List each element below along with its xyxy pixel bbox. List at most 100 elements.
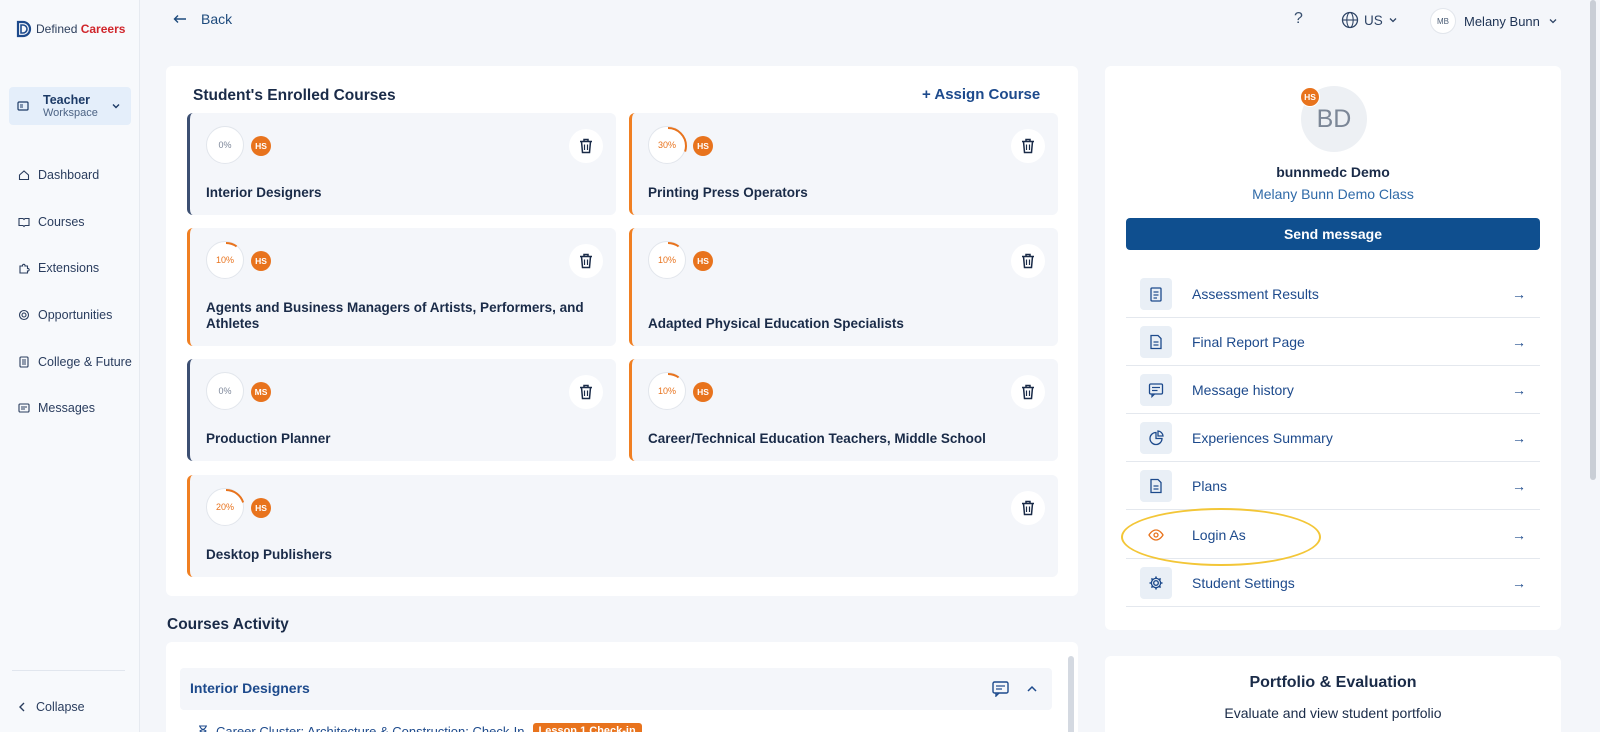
- courses-activity-title: Courses Activity: [167, 616, 289, 633]
- delete-course-button[interactable]: [569, 244, 603, 278]
- sidebar-item-college-future[interactable]: College & Future: [18, 338, 132, 385]
- arrow-left-icon: [173, 15, 186, 23]
- chevron-down-icon: [112, 104, 120, 109]
- trash-icon: [580, 138, 592, 154]
- menu-item-plans[interactable]: Plans →: [1126, 462, 1540, 510]
- course-card[interactable]: 10% HS Agents and Business Managers of A…: [187, 228, 616, 346]
- file-icon: [1150, 334, 1162, 349]
- activity-sub-item-label: Career Cluster: Architecture & Construct…: [216, 723, 525, 732]
- highlight-annotation: [1121, 508, 1321, 566]
- user-menu[interactable]: MB Melany Bunn: [1430, 8, 1558, 34]
- clipboard-icon: [1150, 286, 1162, 302]
- student-name: bunnmedc Demo: [1276, 164, 1390, 180]
- menu-icon-wrap: [1140, 373, 1172, 406]
- message-icon: [18, 403, 30, 413]
- back-button[interactable]: Back: [173, 11, 232, 27]
- sidebar-nav: Dashboard Courses Extensions Opportuniti…: [18, 152, 132, 432]
- chat-icon[interactable]: [992, 681, 1009, 697]
- arrow-right-icon: →: [1512, 477, 1526, 494]
- status-badge: Lesson 1 Check-in: [532, 723, 642, 732]
- menu-item-label: Assessment Results: [1192, 285, 1319, 302]
- progress-label: 0%: [218, 386, 232, 396]
- course-title: Printing Press Operators: [648, 185, 808, 200]
- help-button[interactable]: ?: [1294, 10, 1303, 28]
- level-badge: HS: [693, 136, 713, 156]
- chevron-up-icon[interactable]: [1026, 684, 1038, 694]
- sidebar-item-label: College & Future: [38, 354, 132, 369]
- delete-course-button[interactable]: [1011, 129, 1045, 163]
- level-badge: HS: [251, 136, 271, 156]
- menu-item-label: Final Report Page: [1192, 333, 1305, 350]
- sidebar-item-opportunities[interactable]: Opportunities: [18, 292, 132, 339]
- course-card[interactable]: 30% HS Printing Press Operators: [629, 113, 1058, 215]
- sidebar-item-dashboard[interactable]: Dashboard: [18, 152, 132, 199]
- sidebar-item-extensions[interactable]: Extensions: [18, 245, 132, 292]
- progress-arc: [649, 242, 687, 280]
- delete-course-button[interactable]: [569, 129, 603, 163]
- level-badge: HS: [251, 251, 271, 271]
- target-icon: [18, 310, 30, 321]
- arrow-right-icon: →: [1512, 285, 1526, 302]
- progress-ring: 10%: [206, 241, 245, 280]
- enrolled-courses-title: Student's Enrolled Courses: [193, 87, 396, 104]
- sidebar-item-label: Courses: [38, 214, 85, 229]
- menu-icon-wrap: [1140, 566, 1172, 599]
- course-card[interactable]: 10% HS Adapted Physical Education Specia…: [629, 228, 1058, 346]
- menu-icon-wrap: [1140, 421, 1172, 454]
- collapse-label: Collapse: [36, 700, 85, 714]
- language-label: US: [1364, 12, 1383, 28]
- arrow-right-icon: →: [1512, 526, 1526, 543]
- activity-sub-item[interactable]: Career Cluster: Architecture & Construct…: [198, 723, 642, 732]
- arrow-right-icon: →: [1512, 381, 1526, 398]
- level-badge: HS: [251, 498, 271, 518]
- level-badge: HS: [693, 382, 713, 402]
- menu-item-experiences-summary[interactable]: Experiences Summary →: [1126, 414, 1540, 462]
- course-card[interactable]: 10% HS Career/Technical Education Teache…: [629, 359, 1058, 461]
- trash-icon: [1022, 500, 1034, 516]
- workspace-icon: [17, 101, 29, 111]
- menu-item-message-history[interactable]: Message history →: [1126, 366, 1540, 414]
- course-title: Interior Designers: [206, 185, 322, 200]
- divider: [12, 670, 125, 671]
- menu-item-assessment-results[interactable]: Assessment Results →: [1126, 270, 1540, 318]
- brand-logo[interactable]: Defined Careers: [16, 20, 125, 38]
- course-title: Desktop Publishers: [206, 547, 333, 562]
- sidebar-item-label: Messages: [38, 401, 95, 416]
- delete-course-button[interactable]: [569, 375, 603, 409]
- student-class: Melany Bunn Demo Class: [1252, 186, 1414, 202]
- delete-course-button[interactable]: [1011, 244, 1045, 278]
- course-card[interactable]: 0% MS Production Planner: [187, 359, 616, 461]
- chevron-down-icon: [1389, 18, 1397, 23]
- sidebar: Defined Careers Teacher Workspace Dashbo…: [0, 0, 140, 732]
- activity-scrollbar[interactable]: [1068, 656, 1074, 732]
- menu-item-student-settings[interactable]: Student Settings →: [1126, 559, 1540, 607]
- page-scrollbar[interactable]: [1590, 0, 1596, 480]
- menu-icon-wrap: [1140, 277, 1172, 310]
- course-card[interactable]: 20% HS Desktop Publishers: [187, 475, 1058, 577]
- course-title: Adapted Physical Education Specialists: [648, 316, 904, 331]
- workspace-title: Teacher: [43, 92, 91, 107]
- course-card[interactable]: 0% HS Interior Designers: [187, 113, 616, 215]
- menu-item-final-report-page[interactable]: Final Report Page →: [1126, 318, 1540, 366]
- sidebar-item-label: Opportunities: [38, 308, 113, 323]
- course-title: Agents and Business Managers of Artists,…: [206, 300, 584, 331]
- book-icon: [18, 217, 30, 228]
- progress-arc: [207, 242, 245, 280]
- language-selector[interactable]: US: [1341, 11, 1398, 29]
- workspace-switcher[interactable]: Teacher Workspace: [9, 87, 131, 125]
- assign-course-button[interactable]: + Assign Course: [922, 86, 1040, 103]
- progress-arc: [649, 127, 687, 165]
- file-icon: [1150, 478, 1162, 493]
- progress-ring: 10%: [648, 241, 687, 280]
- activity-item[interactable]: Interior Designers: [180, 668, 1052, 710]
- globe-icon: [1341, 11, 1359, 29]
- delete-course-button[interactable]: [1011, 491, 1045, 525]
- sidebar-item-messages[interactable]: Messages: [18, 385, 132, 432]
- chevron-down-icon: [1549, 19, 1557, 24]
- delete-course-button[interactable]: [1011, 375, 1045, 409]
- collapse-button[interactable]: Collapse: [18, 700, 85, 714]
- send-message-button[interactable]: Send message: [1126, 218, 1540, 250]
- progress-label: 0%: [218, 140, 232, 150]
- sidebar-item-courses[interactable]: Courses: [18, 199, 132, 246]
- brand-name: Defined Careers: [36, 22, 126, 36]
